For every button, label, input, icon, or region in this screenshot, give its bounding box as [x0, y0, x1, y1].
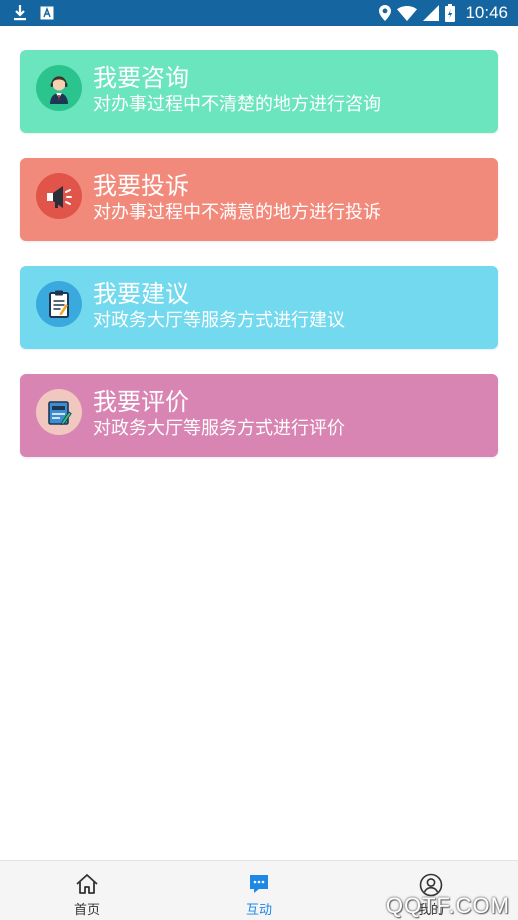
- battery-icon: [445, 4, 456, 22]
- nav-label: 互动: [245, 903, 272, 918]
- card-title: 我要评价: [93, 388, 189, 416]
- card-consult[interactable]: 我要咨询 对办事过程中不清楚的地方进行咨询: [20, 50, 498, 133]
- card-subtitle: 对办事过程中不满意的地方进行投诉: [93, 202, 381, 223]
- clock: 10:46: [465, 3, 508, 22]
- card-evaluation[interactable]: 我要评价 对政务大厅等服务方式进行评价: [20, 374, 498, 457]
- status-bar: 10:46: [0, 0, 518, 26]
- rating-note-icon: [36, 389, 82, 435]
- chat-bubble-icon: [248, 873, 270, 899]
- nav-item-interact[interactable]: 互动: [199, 861, 319, 920]
- signal-icon: [423, 5, 440, 21]
- card-subtitle: 对政务大厅等服务方式进行评价: [93, 418, 345, 439]
- nav-label: 首页: [73, 903, 100, 918]
- download-icon: [12, 4, 28, 22]
- megaphone-icon: [36, 173, 82, 219]
- card-title: 我要建议: [93, 280, 189, 308]
- card-title: 我要咨询: [93, 64, 189, 92]
- card-suggestion[interactable]: 我要建议 对政务大厅等服务方式进行建议: [20, 266, 498, 349]
- home-icon: [75, 873, 99, 899]
- watermark: QQTF.COM: [385, 893, 510, 918]
- clipboard-icon: [36, 281, 82, 327]
- location-icon: [379, 5, 392, 21]
- nav-item-home[interactable]: 首页: [27, 861, 147, 920]
- card-subtitle: 对政务大厅等服务方式进行建议: [93, 310, 345, 331]
- wifi-icon: [397, 5, 418, 21]
- consultant-icon: [36, 65, 82, 111]
- app-notification-icon: [40, 6, 54, 20]
- card-title: 我要投诉: [93, 172, 189, 200]
- card-subtitle: 对办事过程中不清楚的地方进行咨询: [93, 94, 381, 115]
- card-complaint[interactable]: 我要投诉 对办事过程中不满意的地方进行投诉: [20, 158, 498, 241]
